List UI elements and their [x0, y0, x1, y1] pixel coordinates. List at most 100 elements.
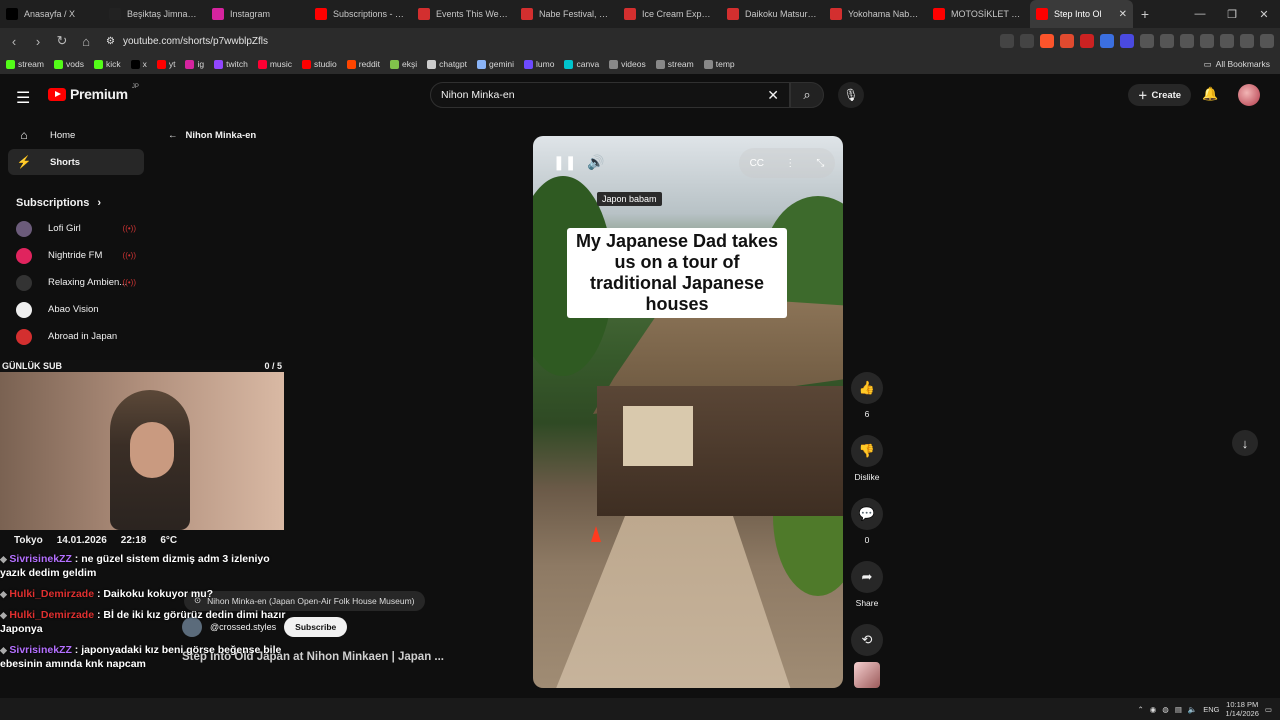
- comments-button[interactable]: 💬 0: [850, 498, 884, 545]
- home-icon[interactable]: ⌂: [76, 34, 96, 49]
- share-button[interactable]: ➦ Share: [850, 561, 884, 608]
- bookmark-item[interactable]: chatgpt: [427, 59, 467, 69]
- subscription-channel[interactable]: Lofi Girl ((•)): [8, 215, 144, 242]
- bookmark-item[interactable]: vods: [53, 59, 84, 69]
- sidebar-item-shorts[interactable]: ⚡ Shorts: [8, 149, 144, 175]
- bookmark-item[interactable]: stream: [6, 59, 44, 69]
- yt-favicon-icon: [315, 8, 327, 20]
- subscription-channel[interactable]: Relaxing Ambien... ((•)): [8, 269, 144, 296]
- dislike-button[interactable]: 👎 Dislike: [850, 435, 884, 482]
- puzzle-icon[interactable]: [1140, 34, 1154, 48]
- browser-tab[interactable]: Daikoku Matsuri, Ja: [721, 0, 824, 28]
- notification-icon[interactable]: ▭: [1265, 705, 1272, 714]
- url-text[interactable]: youtube.com/shorts/p7wwblpZfls: [123, 36, 268, 47]
- sidebar-icon[interactable]: [1160, 34, 1174, 48]
- browser-tab[interactable]: Step Into Ol ✕: [1030, 0, 1133, 28]
- steam-icon[interactable]: ◉: [1150, 705, 1157, 714]
- back-to-search-button[interactable]: ← Nihon Minka-en: [168, 130, 256, 141]
- link-icon[interactable]: [1220, 34, 1234, 48]
- close-window-button[interactable]: ✕: [1248, 0, 1280, 28]
- bookmark-item[interactable]: music: [257, 59, 292, 69]
- browser-tab[interactable]: Ice Cream Expo (Ai: [618, 0, 721, 28]
- volume-icon[interactable]: 🔊: [587, 154, 604, 171]
- extension-icon[interactable]: [1100, 34, 1114, 48]
- bookmark-item[interactable]: yt: [156, 59, 175, 69]
- language-indicator[interactable]: ENG: [1203, 705, 1219, 714]
- bookmark-item[interactable]: ig: [185, 59, 204, 69]
- all-bookmarks-button[interactable]: ▭ All Bookmarks: [1204, 54, 1270, 74]
- browser-tab[interactable]: Instagram: [206, 0, 309, 28]
- subscription-channel[interactable]: Abroad in Japan: [8, 323, 144, 350]
- bookmark-item[interactable]: temp: [703, 59, 735, 69]
- discord-icon[interactable]: ◍: [1162, 705, 1169, 714]
- forward-arrow-icon[interactable]: ›: [28, 34, 48, 49]
- captions-icon[interactable]: CC: [750, 158, 764, 169]
- cast-icon[interactable]: [1000, 34, 1014, 48]
- hamburger-menu-icon[interactable]: ☰: [16, 88, 30, 108]
- bookmark-item[interactable]: canva: [564, 59, 599, 69]
- shorts-video-player[interactable]: Japon babam My Japanese Dad takes us on …: [533, 136, 843, 688]
- volume-icon[interactable]: 🔈: [1188, 705, 1197, 714]
- avatar[interactable]: [1238, 84, 1260, 106]
- subscribe-button[interactable]: Subscribe: [284, 616, 348, 637]
- bookmark-item[interactable]: lumo: [524, 59, 554, 69]
- next-short-button[interactable]: ↓: [1232, 430, 1258, 456]
- audio-thumbnail[interactable]: [854, 662, 880, 688]
- site-info-icon[interactable]: ⚙: [106, 36, 115, 47]
- clear-search-icon[interactable]: ✕: [767, 87, 779, 104]
- extension-icon[interactable]: [1120, 34, 1134, 48]
- bookmark-item[interactable]: x: [130, 59, 147, 69]
- youtube-premium-logo[interactable]: Premium JP: [48, 84, 139, 102]
- subscription-channel[interactable]: Abao Vision: [8, 296, 144, 323]
- bookmark-item[interactable]: twitch: [214, 59, 248, 69]
- tray-chevron-icon[interactable]: ⌃: [1137, 705, 1143, 714]
- new-tab-button[interactable]: +: [1133, 6, 1157, 22]
- bookmark-item[interactable]: gemini: [477, 59, 514, 69]
- voice-search-button[interactable]: 🎙: [838, 82, 864, 108]
- bookmark-item[interactable]: videos: [609, 59, 646, 69]
- share-icon[interactable]: [1020, 34, 1034, 48]
- menu-icon[interactable]: [1260, 34, 1274, 48]
- browser-tab[interactable]: Yokohama Nabe Fe: [824, 0, 927, 28]
- search-input[interactable]: Nihon Minka-en ✕: [430, 82, 790, 108]
- media-icon[interactable]: [1200, 34, 1214, 48]
- extension-icon[interactable]: [1080, 34, 1094, 48]
- bookmark-item[interactable]: stream: [655, 59, 694, 69]
- bookmark-item[interactable]: ekşi: [389, 59, 417, 69]
- minimize-button[interactable]: —: [1184, 0, 1216, 28]
- bookmark-item[interactable]: kick: [93, 59, 121, 69]
- stream-chat: ◆ SivrisinekZZ : ne güzel sistem dizmiş …: [0, 552, 290, 678]
- subscriptions-heading[interactable]: Subscriptions ›: [8, 191, 144, 215]
- more-options-icon[interactable]: ⋮: [785, 158, 795, 169]
- browser-tab[interactable]: Nabe Festival, Jan 2: [515, 0, 618, 28]
- network-icon[interactable]: ▤: [1175, 705, 1182, 714]
- subscription-channel[interactable]: Nightride FM ((•)): [8, 242, 144, 269]
- brave-shield-icon[interactable]: [1040, 34, 1054, 48]
- extension-icon[interactable]: [1060, 34, 1074, 48]
- browser-tab[interactable]: MOTOSİKLET OYUN: [927, 0, 1030, 28]
- extension-icons: [1000, 28, 1274, 54]
- like-button[interactable]: 👍 6: [850, 372, 884, 419]
- browser-tab[interactable]: Anasayfa / X: [0, 0, 103, 28]
- browser-tab[interactable]: Beşiktaş Jimnastik K: [103, 0, 206, 28]
- bookmark-item[interactable]: reddit: [346, 59, 380, 69]
- search-input-value[interactable]: Nihon Minka-en: [441, 89, 515, 101]
- search-button[interactable]: ⌕: [790, 82, 824, 108]
- notifications-bell-icon[interactable]: 🔔: [1202, 86, 1218, 102]
- browser-tab[interactable]: Events This Week in: [412, 0, 515, 28]
- clock[interactable]: 10:18 PM 1/14/2026: [1226, 700, 1259, 718]
- fullscreen-icon[interactable]: ⤡: [816, 158, 824, 169]
- back-arrow-icon[interactable]: ‹: [4, 34, 24, 49]
- browser-tab[interactable]: Subscriptions - You: [309, 0, 412, 28]
- url-field[interactable]: ⚙ youtube.com/shorts/p7wwblpZfls: [106, 36, 268, 47]
- reading-list-icon[interactable]: [1180, 34, 1194, 48]
- bookmark-item[interactable]: studio: [302, 59, 337, 69]
- arrow-down-icon: ↓: [1241, 435, 1249, 451]
- close-tab-icon[interactable]: ✕: [1119, 9, 1127, 20]
- reload-icon[interactable]: ↻: [52, 33, 72, 49]
- sidebar-item-home[interactable]: ⌂ Home: [8, 122, 144, 148]
- restore-button[interactable]: ❐: [1216, 0, 1248, 28]
- create-button[interactable]: ＋ Create: [1128, 84, 1192, 106]
- pause-icon[interactable]: ❚❚: [553, 154, 576, 171]
- music-icon[interactable]: [1240, 34, 1254, 48]
